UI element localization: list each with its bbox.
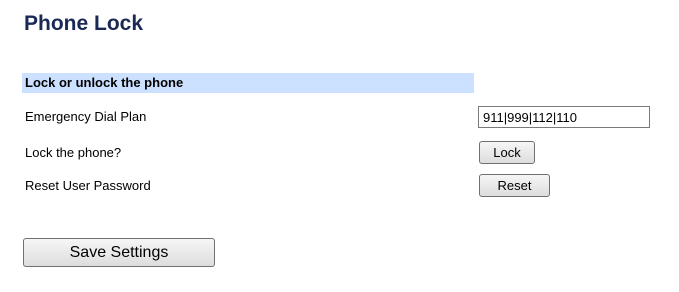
reset-button[interactable]: Reset	[479, 174, 550, 197]
emergency-dial-plan-label: Emergency Dial Plan	[25, 109, 147, 124]
lock-button[interactable]: Lock	[479, 141, 535, 164]
emergency-dial-plan-input[interactable]	[478, 106, 650, 128]
lock-phone-label: Lock the phone?	[25, 145, 122, 160]
page-title: Phone Lock	[24, 12, 144, 35]
reset-password-label: Reset User Password	[25, 178, 151, 193]
section-header: Lock or unlock the phone	[22, 73, 474, 93]
save-settings-button[interactable]: Save Settings	[23, 238, 215, 267]
